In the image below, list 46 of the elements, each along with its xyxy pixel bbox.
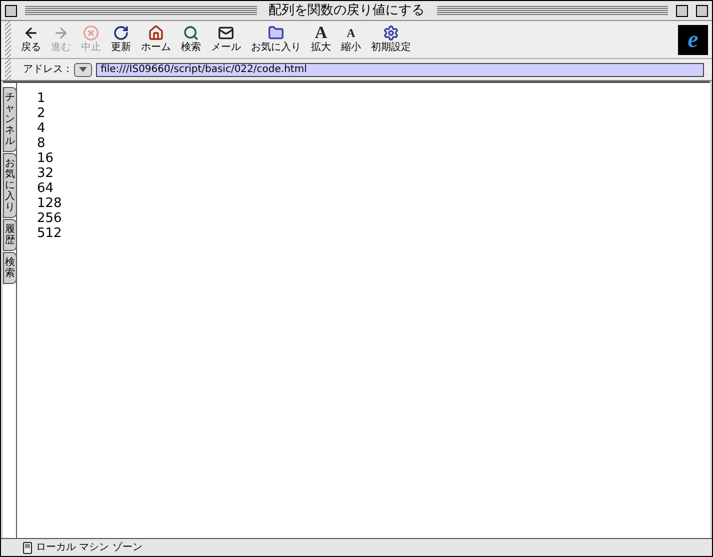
small-letter-icon: A [346,25,356,41]
grip-handle[interactable] [5,21,11,58]
stop-icon [83,25,99,41]
side-tab[interactable]: お気に入り [3,153,17,218]
grip-handle[interactable] [5,59,11,80]
toolbar-button[interactable]: お気に入り [249,25,303,54]
mail-icon [218,25,234,41]
output-line: 8 [37,136,46,151]
refresh-icon [113,25,129,41]
toolbar-button[interactable]: ホーム [139,25,173,54]
folder-icon [268,25,284,41]
output-line: 32 [37,166,55,181]
caret-icon [78,67,87,72]
dropdown-button[interactable] [74,62,92,76]
status-text: ローカル マシン ゾーン [36,540,142,555]
output-line: 64 [37,181,55,196]
toolbar-button[interactable]: メール [209,25,243,54]
logo-letter-icon: e [688,28,698,52]
zoom-box[interactable] [676,4,688,16]
toolbar-button[interactable]: 初期設定 [369,25,413,54]
search-icon [183,25,199,41]
computer-icon [23,542,32,554]
side-tab[interactable]: 検索 [3,252,17,284]
toolbar-button[interactable]: 更新 [109,25,133,54]
address-label: アドレス : [22,63,70,77]
toolbar-button[interactable]: A 拡大 [309,25,333,54]
home-icon [148,25,164,41]
toolbar-button[interactable]: A 縮小 [339,25,363,54]
close-box[interactable] [5,4,17,16]
large-letter-icon: A [314,25,328,41]
output-line: 256 [37,211,62,226]
toolbar-button[interactable]: 戻る [19,25,43,54]
output-line: 512 [37,226,62,241]
output-line: 2 [37,106,46,121]
side-tab[interactable]: チャンネル [3,87,17,152]
settings-icon [383,25,399,41]
output-line: 128 [37,196,62,211]
collapse-box[interactable] [696,4,708,16]
toolbar-button[interactable]: 検索 [179,25,203,54]
output-line: 4 [37,121,46,136]
address-field[interactable]: file:///IS09660/script/basic/022/code.html [96,62,704,76]
forward-arrow-icon [53,25,69,41]
output-line: 1 [37,91,46,106]
window-title: 配列を関数の戻り値にする [268,2,426,20]
side-tab[interactable]: 履歴 [3,219,17,251]
output-line: 16 [37,151,55,166]
